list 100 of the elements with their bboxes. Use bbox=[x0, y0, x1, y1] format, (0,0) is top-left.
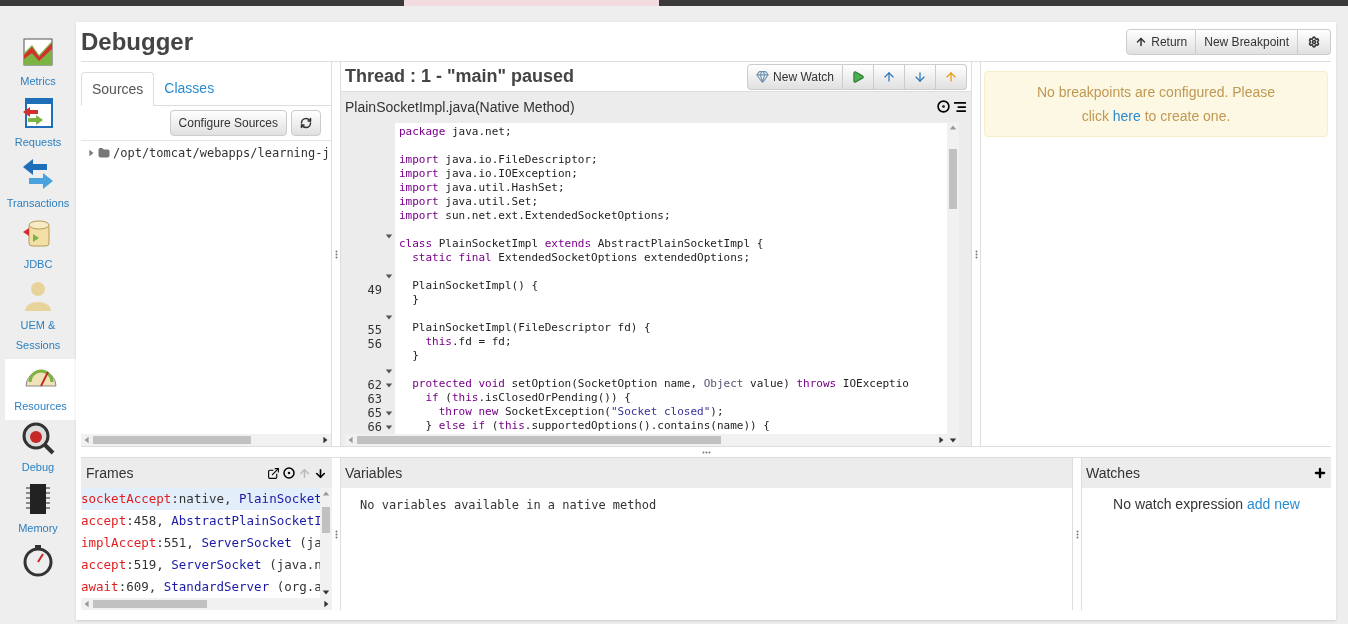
frame-row[interactable]: accept:519, ServerSocket (java.n bbox=[81, 554, 320, 576]
tree-item[interactable]: /opt/tomcat/webapps/learning-j bbox=[113, 144, 330, 162]
play-icon bbox=[851, 69, 865, 84]
code-line: throw new SocketException("Socket closed"); bbox=[437, 405, 724, 418]
sidebar-item[interactable]: JDBC bbox=[0, 217, 76, 278]
fold-arrow-icon[interactable] bbox=[385, 381, 393, 389]
horizontal-scrollbar[interactable] bbox=[81, 434, 331, 446]
scroll-up-arrow-icon[interactable] bbox=[949, 124, 957, 132]
refresh-button[interactable] bbox=[291, 110, 321, 136]
new-breakpoint-button[interactable]: New Breakpoint bbox=[1196, 28, 1298, 55]
file-name: PlainSocketImpl.java(Native Method) bbox=[345, 97, 575, 117]
fold-arrow-icon[interactable] bbox=[385, 409, 393, 417]
scroll-right-arrow-icon[interactable] bbox=[322, 600, 330, 608]
page-title: Debugger bbox=[81, 26, 193, 57]
watches-message: No watch expression add new bbox=[1113, 496, 1300, 512]
sidebar-item[interactable]: Metrics bbox=[0, 34, 76, 95]
code-line: import java.io.IOException; bbox=[399, 167, 578, 180]
fold-arrow-icon[interactable] bbox=[385, 232, 393, 241]
splitter-handle[interactable] bbox=[974, 249, 978, 259]
step-out-button[interactable] bbox=[874, 63, 905, 90]
variables-message: No variables available in a native method bbox=[360, 498, 657, 512]
fold-arrow-icon[interactable] bbox=[385, 272, 393, 281]
fold-arrow-icon[interactable] bbox=[385, 312, 393, 321]
diamond-icon bbox=[756, 70, 770, 83]
code-line: import java.util.HashSet; bbox=[399, 181, 565, 194]
line-number: 56 bbox=[367, 336, 382, 354]
code-line: import java.io.FileDescriptor; bbox=[399, 153, 598, 166]
splitter-handle[interactable] bbox=[701, 450, 711, 454]
down-arrow-icon[interactable] bbox=[314, 466, 327, 480]
line-number: 63 bbox=[367, 391, 382, 408]
code-line: import sun.net.ext.ExtendedSocketOptions; bbox=[399, 209, 671, 222]
sidebar-item[interactable]: Requests bbox=[0, 95, 76, 156]
settings-icon bbox=[1308, 35, 1320, 48]
thread-title: Thread : 1 - "main" paused bbox=[345, 65, 575, 88]
scroll-down-arrow-icon[interactable] bbox=[949, 436, 957, 444]
refresh-icon bbox=[300, 117, 312, 129]
tab[interactable]: Sources bbox=[81, 72, 155, 106]
panel-title: Frames bbox=[86, 463, 134, 483]
scroll-down-arrow-icon[interactable] bbox=[322, 588, 330, 596]
horizontal-scrollbar[interactable] bbox=[81, 598, 332, 610]
create-breakpoint-link[interactable]: here bbox=[1112, 108, 1141, 124]
window-arrows-icon bbox=[21, 96, 55, 130]
bug-magnifier-icon bbox=[21, 421, 55, 455]
scroll-left-arrow-icon[interactable] bbox=[347, 436, 355, 444]
code-line: protected void setOption(SocketOption name, Object value) throws IOExceptio bbox=[411, 377, 909, 390]
scroll-thumb[interactable] bbox=[949, 149, 957, 209]
line-number: 66 bbox=[367, 419, 382, 434]
target-icon[interactable] bbox=[937, 100, 950, 113]
code-line: class PlainSocketImpl extends AbstractPlainSocketImpl { bbox=[399, 237, 764, 250]
splitter-handle[interactable] bbox=[334, 529, 338, 539]
resume-button[interactable] bbox=[843, 63, 874, 90]
add-icon[interactable] bbox=[1313, 466, 1327, 480]
target-icon[interactable] bbox=[283, 467, 295, 479]
code-line: PlainSocketImpl() { bbox=[411, 279, 539, 292]
popout-icon[interactable] bbox=[267, 466, 280, 480]
code-line: import java.util.Set; bbox=[399, 195, 539, 208]
vertical-scrollbar[interactable] bbox=[947, 122, 959, 446]
sidebar-item[interactable]: Debug bbox=[0, 420, 76, 481]
panel-title: Variables bbox=[345, 463, 403, 483]
new-watch-button[interactable]: New Watch bbox=[747, 63, 843, 90]
scroll-thumb[interactable] bbox=[357, 436, 722, 444]
line-number: 49 bbox=[367, 281, 382, 299]
frame-row[interactable]: implAccept:551, ServerSocket (ja bbox=[81, 532, 320, 554]
code-line: } bbox=[411, 293, 419, 306]
code-line: static final ExtendedSocketOptions extendedOptions; bbox=[411, 251, 750, 264]
scroll-left-arrow-icon[interactable] bbox=[83, 436, 91, 444]
scroll-right-arrow-icon[interactable] bbox=[321, 436, 329, 444]
sidebar-item[interactable]: Resources bbox=[5, 359, 76, 420]
fold-arrow-icon[interactable] bbox=[385, 423, 393, 431]
expand-arrow-icon[interactable] bbox=[87, 149, 95, 157]
tab[interactable]: Classes bbox=[154, 71, 225, 105]
settings-button[interactable] bbox=[1298, 28, 1331, 55]
code-line: this.fd = fd; bbox=[424, 335, 512, 348]
frame-row[interactable]: accept:458, AbstractPlainSocketI bbox=[81, 510, 320, 532]
scroll-right-arrow-icon[interactable] bbox=[937, 436, 945, 444]
horizontal-scrollbar[interactable] bbox=[345, 434, 947, 446]
scroll-thumb[interactable] bbox=[322, 506, 330, 533]
scroll-thumb[interactable] bbox=[93, 600, 207, 608]
code-line: package java.net; bbox=[399, 125, 512, 138]
up-arrow-icon bbox=[1135, 35, 1148, 48]
scroll-thumb[interactable] bbox=[93, 436, 252, 444]
stopwatch-icon bbox=[21, 543, 55, 577]
step-into-button[interactable] bbox=[905, 63, 936, 90]
line-number: 65 bbox=[367, 405, 382, 422]
add-watch-link[interactable]: add new bbox=[1246, 496, 1300, 512]
splitter-handle[interactable] bbox=[1075, 529, 1079, 539]
frame-row[interactable]: socketAccept:native, PlainSocket bbox=[81, 488, 320, 510]
vertical-scrollbar[interactable] bbox=[320, 488, 332, 598]
sidebar-item[interactable]: UEM & Sessions bbox=[0, 278, 76, 359]
scroll-left-arrow-icon[interactable] bbox=[83, 600, 91, 608]
code-line: } bbox=[411, 349, 419, 362]
lines-icon[interactable] bbox=[953, 100, 967, 114]
frame-row[interactable]: await:609, StandardServer (org.a bbox=[81, 576, 320, 598]
fold-arrow-icon[interactable] bbox=[385, 367, 393, 376]
splitter-handle[interactable] bbox=[334, 249, 338, 259]
configure-sources-button[interactable]: Configure Sources bbox=[169, 110, 287, 136]
sidebar-item[interactable]: Transactions bbox=[0, 156, 76, 217]
return-button[interactable]: Return bbox=[1126, 28, 1197, 55]
sidebar-item[interactable]: Memory bbox=[0, 481, 76, 542]
scroll-up-arrow-icon[interactable] bbox=[322, 490, 330, 498]
